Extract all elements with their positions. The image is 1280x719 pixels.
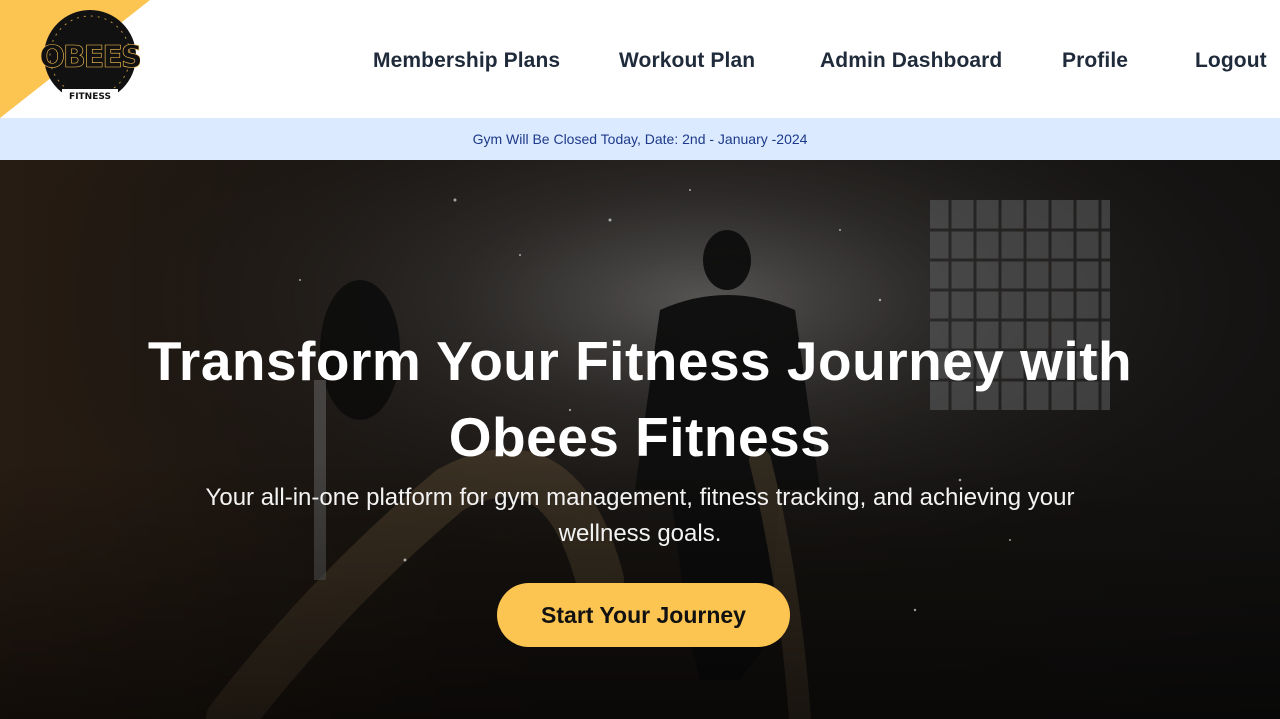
logo-wordmark: OBEES — [40, 40, 140, 75]
start-journey-button[interactable]: Start Your Journey — [497, 583, 790, 647]
announcement-text: Gym Will Be Closed Today, Date: 2nd - Ja… — [472, 131, 808, 147]
nav-membership-plans[interactable]: Membership Plans — [373, 49, 560, 73]
logo-subtext: FITNESS — [69, 92, 111, 102]
hero-title-line1: Transform Your Fitness Journey with — [147, 330, 1133, 392]
nav-workout-plan[interactable]: Workout Plan — [619, 49, 755, 73]
hero-subtitle: Your all-in-one platform for gym managem… — [205, 484, 1075, 547]
hero-title-line2: Obees Fitness — [448, 406, 832, 468]
hero-section: Transform Your Fitness Journey with Obee… — [0, 160, 1280, 719]
nav-admin-dashboard[interactable]: Admin Dashboard — [820, 49, 1002, 73]
nav-logout[interactable]: Logout — [1195, 49, 1267, 73]
announcement-bar: Gym Will Be Closed Today, Date: 2nd - Ja… — [0, 118, 1280, 160]
nav-profile[interactable]: Profile — [1062, 49, 1128, 73]
site-header: OBEES FITNESS Membership Plans Workout P… — [0, 0, 1280, 118]
brand-logo[interactable]: OBEES FITNESS — [39, 10, 143, 102]
hero-title: Transform Your Fitness Journey with Obee… — [0, 323, 1280, 475]
